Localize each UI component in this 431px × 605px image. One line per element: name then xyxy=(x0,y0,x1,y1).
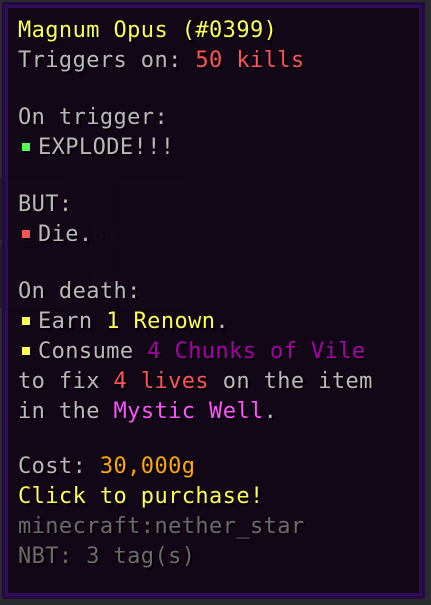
green-square-icon xyxy=(22,143,30,151)
cost-label: Cost: xyxy=(18,454,100,479)
yellow-square-icon xyxy=(22,347,30,355)
but-effect: Die. xyxy=(18,220,414,250)
consume-value: 4 Chunks of Vile xyxy=(147,339,366,364)
item-tooltip: Magnum Opus (#0399) Triggers on: 50 kill… xyxy=(2,2,425,599)
item-id: minecraft:nether_star xyxy=(18,514,305,539)
fix-suffix: on the item xyxy=(209,369,373,394)
fix-line: to fix 4 lives on the item xyxy=(18,367,414,397)
cost-line: Cost: 30,000g xyxy=(18,452,414,482)
well-line: in the Mystic Well. xyxy=(18,397,414,427)
cost-value: 30,000g xyxy=(99,454,196,479)
red-square-icon xyxy=(22,230,30,238)
earn-value: 1 Renown xyxy=(106,309,216,334)
inventory-background: 64 64 64 64 Magnum Opus (#0399) Triggers… xyxy=(0,0,431,605)
earn-line: Earn 1 Renown. xyxy=(18,307,414,337)
trigger-label: Triggers on: xyxy=(18,48,196,73)
purchase-prompt: Click to purchase! xyxy=(18,484,264,509)
effect-text: EXPLODE!!! xyxy=(38,135,175,160)
earn-prefix: Earn xyxy=(38,309,107,334)
item-title: Magnum Opus (#0399) xyxy=(18,18,278,43)
consume-line: Consume 4 Chunks of Vile xyxy=(18,337,414,367)
tooltip-content: Magnum Opus (#0399) Triggers on: 50 kill… xyxy=(18,16,414,572)
well-suffix: . xyxy=(263,399,278,424)
fix-value: 4 lives xyxy=(113,369,210,394)
consume-prefix: Consume xyxy=(38,339,148,364)
trigger-value: 50 kills xyxy=(195,48,305,73)
on-death-heading: On death: xyxy=(18,279,141,304)
well-value: Mystic Well xyxy=(113,399,264,424)
trigger-line: Triggers on: 50 kills xyxy=(18,46,414,76)
effect-text: Die. xyxy=(38,222,93,247)
but-heading: BUT: xyxy=(18,192,73,217)
fix-prefix: to fix xyxy=(18,369,114,394)
on-trigger-heading: On trigger: xyxy=(18,105,169,130)
yellow-square-icon xyxy=(22,317,30,325)
nbt-info: NBT: 3 tag(s) xyxy=(18,544,196,569)
earn-suffix: . xyxy=(215,309,230,334)
well-prefix: in the xyxy=(18,399,114,424)
on-trigger-effect: EXPLODE!!! xyxy=(18,133,414,163)
